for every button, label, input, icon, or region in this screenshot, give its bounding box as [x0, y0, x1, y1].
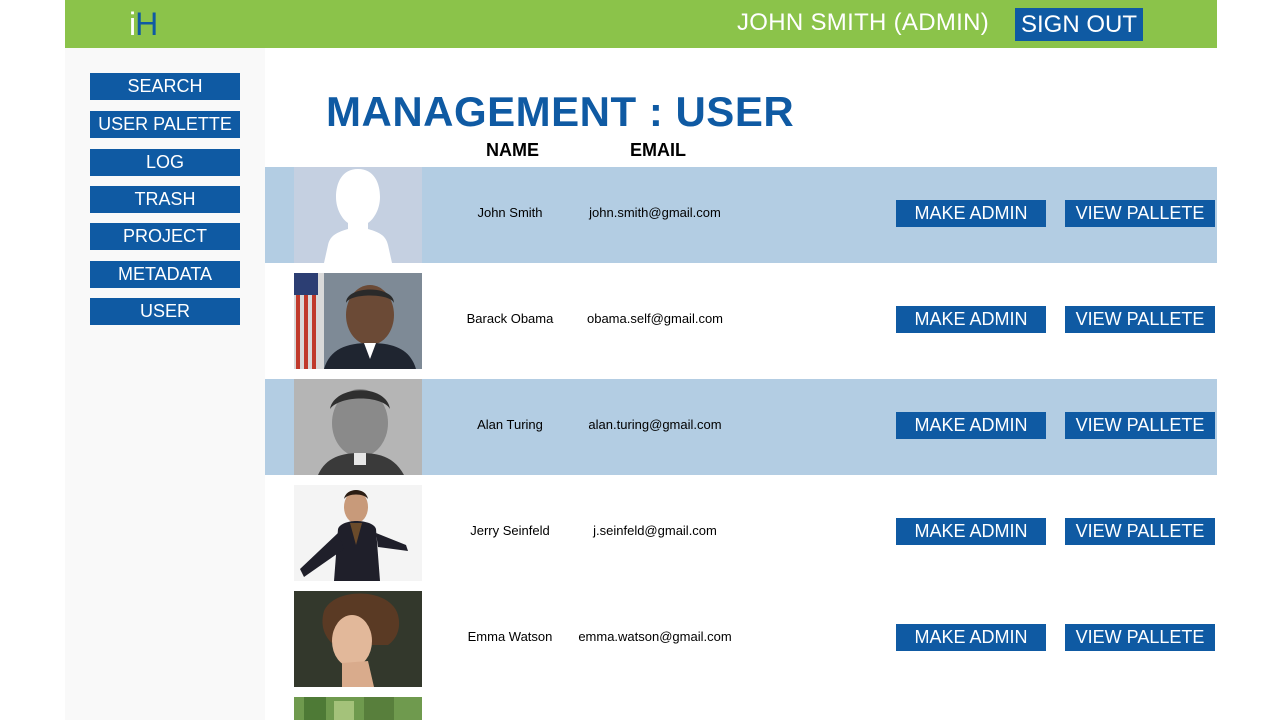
- view-palette-button[interactable]: VIEW PALLETE: [1065, 518, 1215, 545]
- user-email: emma.watson@gmail.com: [578, 629, 732, 644]
- user-name: Alan Turing: [477, 417, 543, 432]
- view-palette-button[interactable]: VIEW PALLETE: [1065, 200, 1215, 227]
- column-header-email: EMAIL: [630, 140, 686, 160]
- user-email: alan.turing@gmail.com: [588, 417, 722, 432]
- portrait-photo-icon: [294, 591, 422, 687]
- make-admin-button[interactable]: MAKE ADMIN: [896, 412, 1046, 439]
- sidebar-item-metadata[interactable]: METADATA: [90, 261, 240, 288]
- user-row: Barack Obama obama.self@gmail.com MAKE A…: [265, 273, 1217, 369]
- user-name: Barack Obama: [466, 311, 554, 326]
- sidebar-item-search[interactable]: SEARCH: [90, 73, 240, 100]
- page-title: MANAGEMENT : USER: [326, 88, 795, 135]
- portrait-photo-icon: [294, 485, 422, 581]
- avatar: [294, 591, 422, 687]
- sign-out-button[interactable]: SIGN OUT: [1015, 8, 1143, 41]
- view-palette-button[interactable]: VIEW PALLETE: [1065, 624, 1215, 651]
- make-admin-button[interactable]: MAKE ADMIN: [896, 306, 1046, 333]
- avatar: [294, 485, 422, 581]
- column-header-name: NAME: [486, 140, 539, 160]
- user-name: John Smith: [477, 205, 543, 220]
- sidebar-item-user[interactable]: USER: [90, 298, 240, 325]
- user-row: Jerry Seinfeld j.seinfeld@gmail.com MAKE…: [265, 485, 1217, 581]
- top-bar: iH JOHN SMITH (ADMIN) SIGN OUT: [65, 0, 1217, 48]
- view-palette-button[interactable]: VIEW PALLETE: [1065, 306, 1215, 333]
- portrait-photo-icon: [294, 273, 422, 369]
- sidebar: SEARCH USER PALETTE LOG TRASH PROJECT ME…: [65, 48, 265, 720]
- make-admin-button[interactable]: MAKE ADMIN: [896, 518, 1046, 545]
- sidebar-item-project[interactable]: PROJECT: [90, 223, 240, 250]
- portrait-photo-icon: [294, 379, 422, 475]
- user-email: obama.self@gmail.com: [586, 311, 724, 326]
- sidebar-item-user-palette[interactable]: USER PALETTE: [90, 111, 240, 138]
- avatar: [294, 167, 422, 263]
- make-admin-button[interactable]: MAKE ADMIN: [896, 624, 1046, 651]
- avatar: [294, 379, 422, 475]
- sidebar-item-log[interactable]: LOG: [90, 149, 240, 176]
- user-email: john.smith@gmail.com: [589, 205, 721, 220]
- user-row: [265, 697, 1217, 720]
- sidebar-item-trash[interactable]: TRASH: [90, 186, 240, 213]
- user-row: Alan Turing alan.turing@gmail.com MAKE A…: [265, 379, 1217, 475]
- make-admin-button[interactable]: MAKE ADMIN: [896, 200, 1046, 227]
- avatar: [294, 697, 422, 720]
- view-palette-button[interactable]: VIEW PALLETE: [1065, 412, 1215, 439]
- current-user-label: JOHN SMITH (ADMIN): [737, 9, 990, 36]
- avatar: [294, 273, 422, 369]
- portrait-photo-icon: [294, 697, 422, 720]
- user-name: Emma Watson: [467, 629, 553, 644]
- app-logo[interactable]: iH: [129, 6, 158, 42]
- user-name: Jerry Seinfeld: [470, 523, 550, 538]
- user-email: j.seinfeld@gmail.com: [593, 523, 717, 538]
- user-row: Emma Watson emma.watson@gmail.com MAKE A…: [265, 591, 1217, 687]
- user-silhouette-icon: [294, 167, 422, 263]
- user-row: John Smith john.smith@gmail.com MAKE ADM…: [265, 167, 1217, 263]
